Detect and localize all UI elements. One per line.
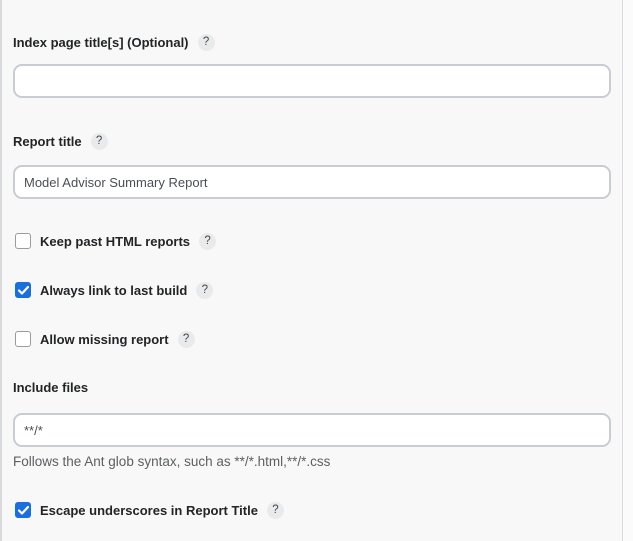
index-page-titles-label-row: Index page title[s] (Optional) ? bbox=[13, 34, 611, 50]
always-link-last-build-label: Always link to last build bbox=[40, 283, 187, 298]
allow-missing-report-label: Allow missing report bbox=[40, 332, 169, 347]
help-icon[interactable]: ? bbox=[198, 34, 215, 51]
allow-missing-report-row: Allow missing report ? bbox=[13, 330, 611, 348]
help-icon[interactable]: ? bbox=[199, 233, 216, 250]
always-link-last-build-checkbox[interactable] bbox=[15, 282, 31, 298]
keep-past-html-reports-row: Keep past HTML reports ? bbox=[13, 232, 611, 250]
checkmark-icon bbox=[18, 286, 29, 295]
checkmark-icon bbox=[18, 506, 29, 515]
escape-underscores-row: Escape underscores in Report Title ? bbox=[13, 501, 611, 519]
help-icon[interactable]: ? bbox=[178, 331, 195, 348]
help-icon[interactable]: ? bbox=[91, 133, 108, 150]
keep-past-html-reports-label: Keep past HTML reports bbox=[40, 234, 190, 249]
include-files-label-row: Include files bbox=[13, 379, 611, 395]
include-files-label: Include files bbox=[13, 380, 88, 395]
index-page-titles-label: Index page title[s] (Optional) bbox=[13, 35, 189, 50]
keep-past-html-reports-checkbox[interactable] bbox=[15, 233, 31, 249]
include-files-help-text: Follows the Ant glob syntax, such as **/… bbox=[13, 454, 611, 470]
escape-underscores-checkbox[interactable] bbox=[15, 502, 31, 518]
help-icon[interactable]: ? bbox=[196, 282, 213, 299]
report-title-label: Report title bbox=[13, 134, 82, 149]
index-page-titles-input[interactable] bbox=[13, 64, 611, 98]
always-link-last-build-row: Always link to last build ? bbox=[13, 281, 611, 299]
report-title-label-row: Report title ? bbox=[13, 133, 611, 149]
help-icon[interactable]: ? bbox=[267, 502, 284, 519]
escape-underscores-label: Escape underscores in Report Title bbox=[40, 503, 258, 518]
allow-missing-report-checkbox[interactable] bbox=[15, 331, 31, 347]
report-title-input[interactable] bbox=[13, 165, 611, 199]
include-files-input[interactable] bbox=[13, 413, 611, 447]
config-form-panel: Index page title[s] (Optional) ? Report … bbox=[0, 0, 623, 541]
